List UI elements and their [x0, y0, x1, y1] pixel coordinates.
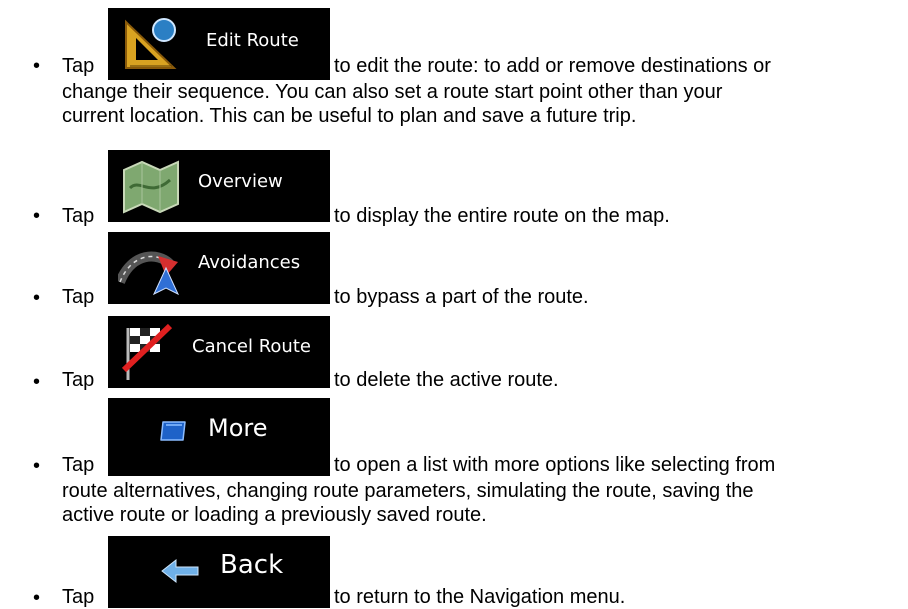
bullet: • — [33, 287, 41, 309]
button-label: More — [208, 414, 268, 442]
overview-button[interactable]: Overview — [108, 150, 330, 222]
text-line: current location. This can be useful to … — [62, 105, 637, 127]
back-button[interactable]: Back — [108, 536, 330, 608]
text-line: active route or loading a previously sav… — [62, 504, 487, 526]
tap-label: Tap — [62, 586, 95, 608]
description-text: to return to the Navigation menu. — [334, 586, 626, 608]
button-label: Edit Route — [206, 30, 299, 51]
tap-label: Tap — [62, 454, 95, 476]
button-label: Back — [220, 550, 284, 580]
text-line: change their sequence. You can also set … — [62, 81, 723, 103]
tap-label: Tap — [62, 205, 95, 227]
blue-rounded-square-icon — [158, 420, 188, 447]
cancel-route-button[interactable]: Cancel Route — [108, 316, 330, 388]
bullet: • — [33, 455, 41, 477]
description-continuation: change their sequence. You can also set … — [62, 80, 892, 128]
set-square-ruler-icon — [120, 14, 180, 77]
checkered-flag-crossed-icon — [120, 322, 180, 387]
tap-label: Tap — [62, 369, 95, 391]
description-text: to edit the route: to add or remove dest… — [334, 55, 771, 77]
text-line: route alternatives, changing route param… — [62, 480, 754, 502]
detour-road-icon — [115, 242, 184, 301]
bullet: • — [33, 205, 41, 227]
bullet: • — [33, 55, 41, 77]
bullet: • — [33, 587, 41, 609]
button-label: Avoidances — [198, 252, 301, 273]
button-label: Cancel Route — [192, 336, 311, 357]
more-button[interactable]: More — [108, 398, 330, 476]
bullet: • — [33, 371, 41, 393]
avoidances-button[interactable]: Avoidances — [108, 232, 330, 304]
description-text: to display the entire route on the map. — [334, 205, 670, 227]
description-text: to open a list with more options like se… — [334, 454, 776, 476]
tap-label: Tap — [62, 55, 95, 77]
map-icon — [122, 158, 180, 219]
edit-route-button[interactable]: Edit Route — [108, 8, 330, 80]
description-continuation: route alternatives, changing route param… — [62, 479, 892, 527]
description-text: to bypass a part of the route. — [334, 286, 589, 308]
button-label: Overview — [198, 171, 283, 192]
tap-label: Tap — [62, 286, 95, 308]
back-arrow-icon — [160, 558, 200, 589]
description-text: to delete the active route. — [334, 369, 559, 391]
